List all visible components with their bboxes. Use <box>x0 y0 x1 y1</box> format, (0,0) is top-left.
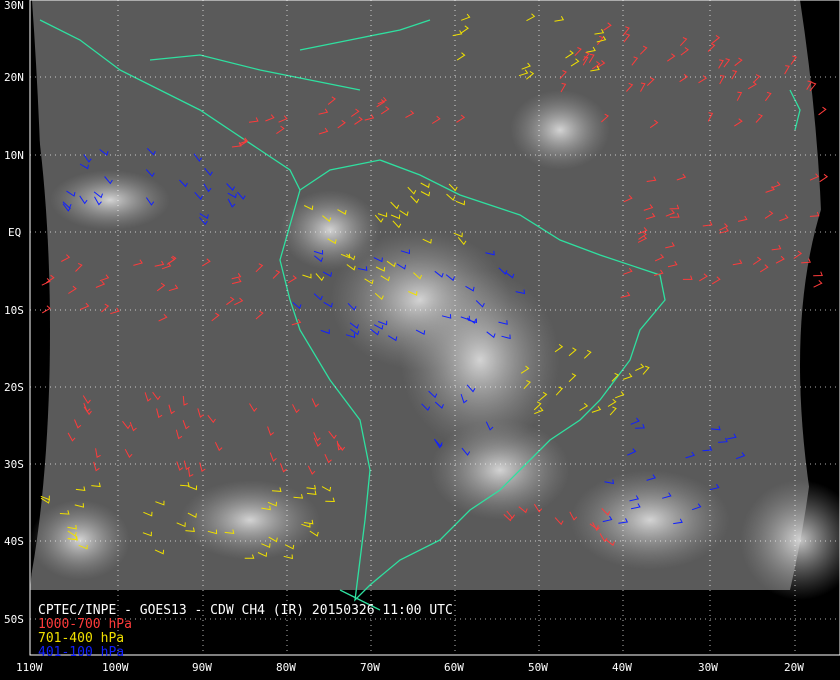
lat-label-30n: 30N <box>4 0 24 12</box>
lon-label-40w: 40W <box>612 661 632 674</box>
satellite-wind-map <box>0 0 840 675</box>
lon-label-110w: 110W <box>16 661 43 674</box>
lat-label-10s: 10S <box>4 304 24 317</box>
lon-label-30w: 30W <box>698 661 718 674</box>
lat-label-10n: 10N <box>4 149 24 162</box>
lon-label-80w: 80W <box>276 661 296 674</box>
wind-barb <box>819 173 829 183</box>
lon-label-100w: 100W <box>102 661 129 674</box>
product-title: CPTEC/INPE - GOES13 - CDW CH4 (IR) 20150… <box>38 603 453 618</box>
wind-barb <box>818 106 827 116</box>
legend-low-level: 1000-700 hPa <box>38 617 132 632</box>
lat-label-20n: 20N <box>4 71 24 84</box>
lat-label-50s: 50S <box>4 613 24 626</box>
lon-label-70w: 70W <box>360 661 380 674</box>
lon-label-60w: 60W <box>444 661 464 674</box>
legend-mid-level: 701-400 hPa <box>38 631 125 646</box>
lat-label-40s: 40S <box>4 535 24 548</box>
legend-high-level: 401-100 hPa <box>38 645 125 660</box>
lat-label-20s: 20S <box>4 381 24 394</box>
lat-label-eq: EQ <box>8 226 22 239</box>
lon-label-90w: 90W <box>192 661 212 674</box>
lon-label-20w: 20W <box>784 661 804 674</box>
lon-label-50w: 50W <box>528 661 548 674</box>
lat-label-30s: 30S <box>4 458 24 471</box>
